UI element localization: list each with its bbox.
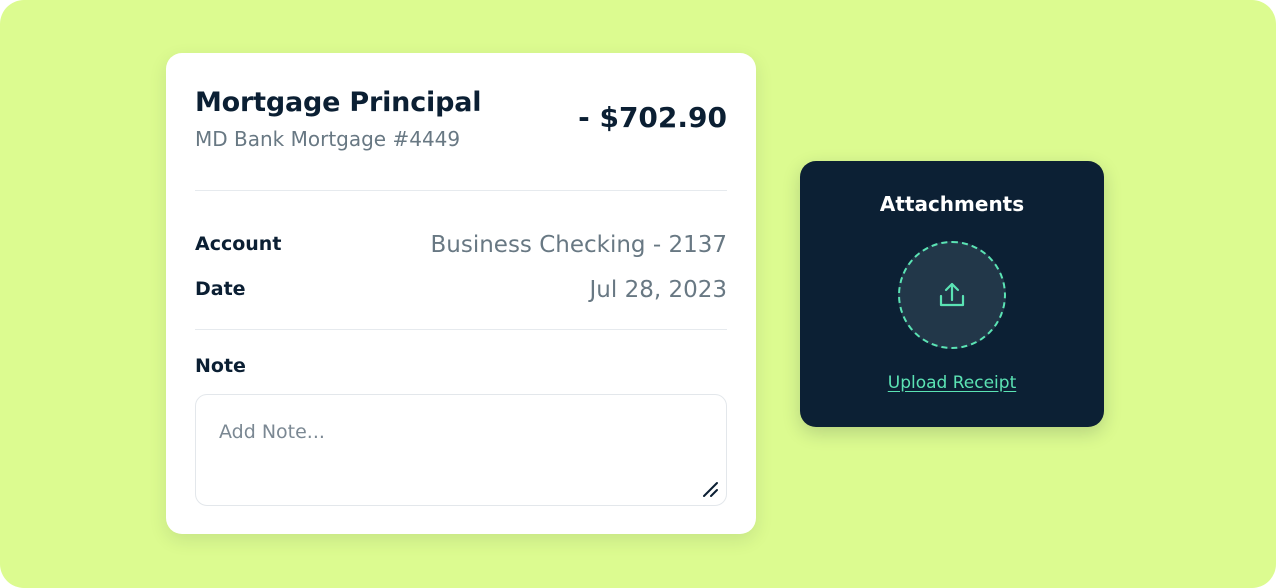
upload-icon bbox=[939, 282, 965, 307]
transaction-amount: - $702.90 bbox=[578, 101, 727, 134]
resize-handle-icon[interactable] bbox=[700, 479, 720, 499]
account-value: Business Checking - 2137 bbox=[430, 232, 727, 258]
note-label: Note bbox=[195, 355, 246, 377]
upload-dropzone[interactable] bbox=[898, 241, 1006, 349]
attachments-title: Attachments bbox=[879, 192, 1025, 216]
date-value: Jul 28, 2023 bbox=[589, 277, 727, 303]
divider bbox=[195, 190, 727, 191]
note-placeholder: Add Note... bbox=[219, 421, 325, 443]
transaction-detail-card: Mortgage Principal MD Bank Mortgage #444… bbox=[166, 53, 756, 534]
upload-receipt-link[interactable]: Upload Receipt bbox=[800, 373, 1104, 393]
page-background: Mortgage Principal MD Bank Mortgage #444… bbox=[0, 0, 1276, 588]
note-textarea[interactable]: Add Note... bbox=[195, 394, 727, 506]
account-label: Account bbox=[195, 233, 282, 255]
date-label: Date bbox=[195, 278, 246, 300]
divider bbox=[195, 329, 727, 330]
transaction-title: Mortgage Principal bbox=[195, 87, 482, 118]
attachments-card: Attachments Upload Receipt bbox=[800, 161, 1104, 427]
transaction-subtitle: MD Bank Mortgage #4449 bbox=[195, 127, 461, 151]
